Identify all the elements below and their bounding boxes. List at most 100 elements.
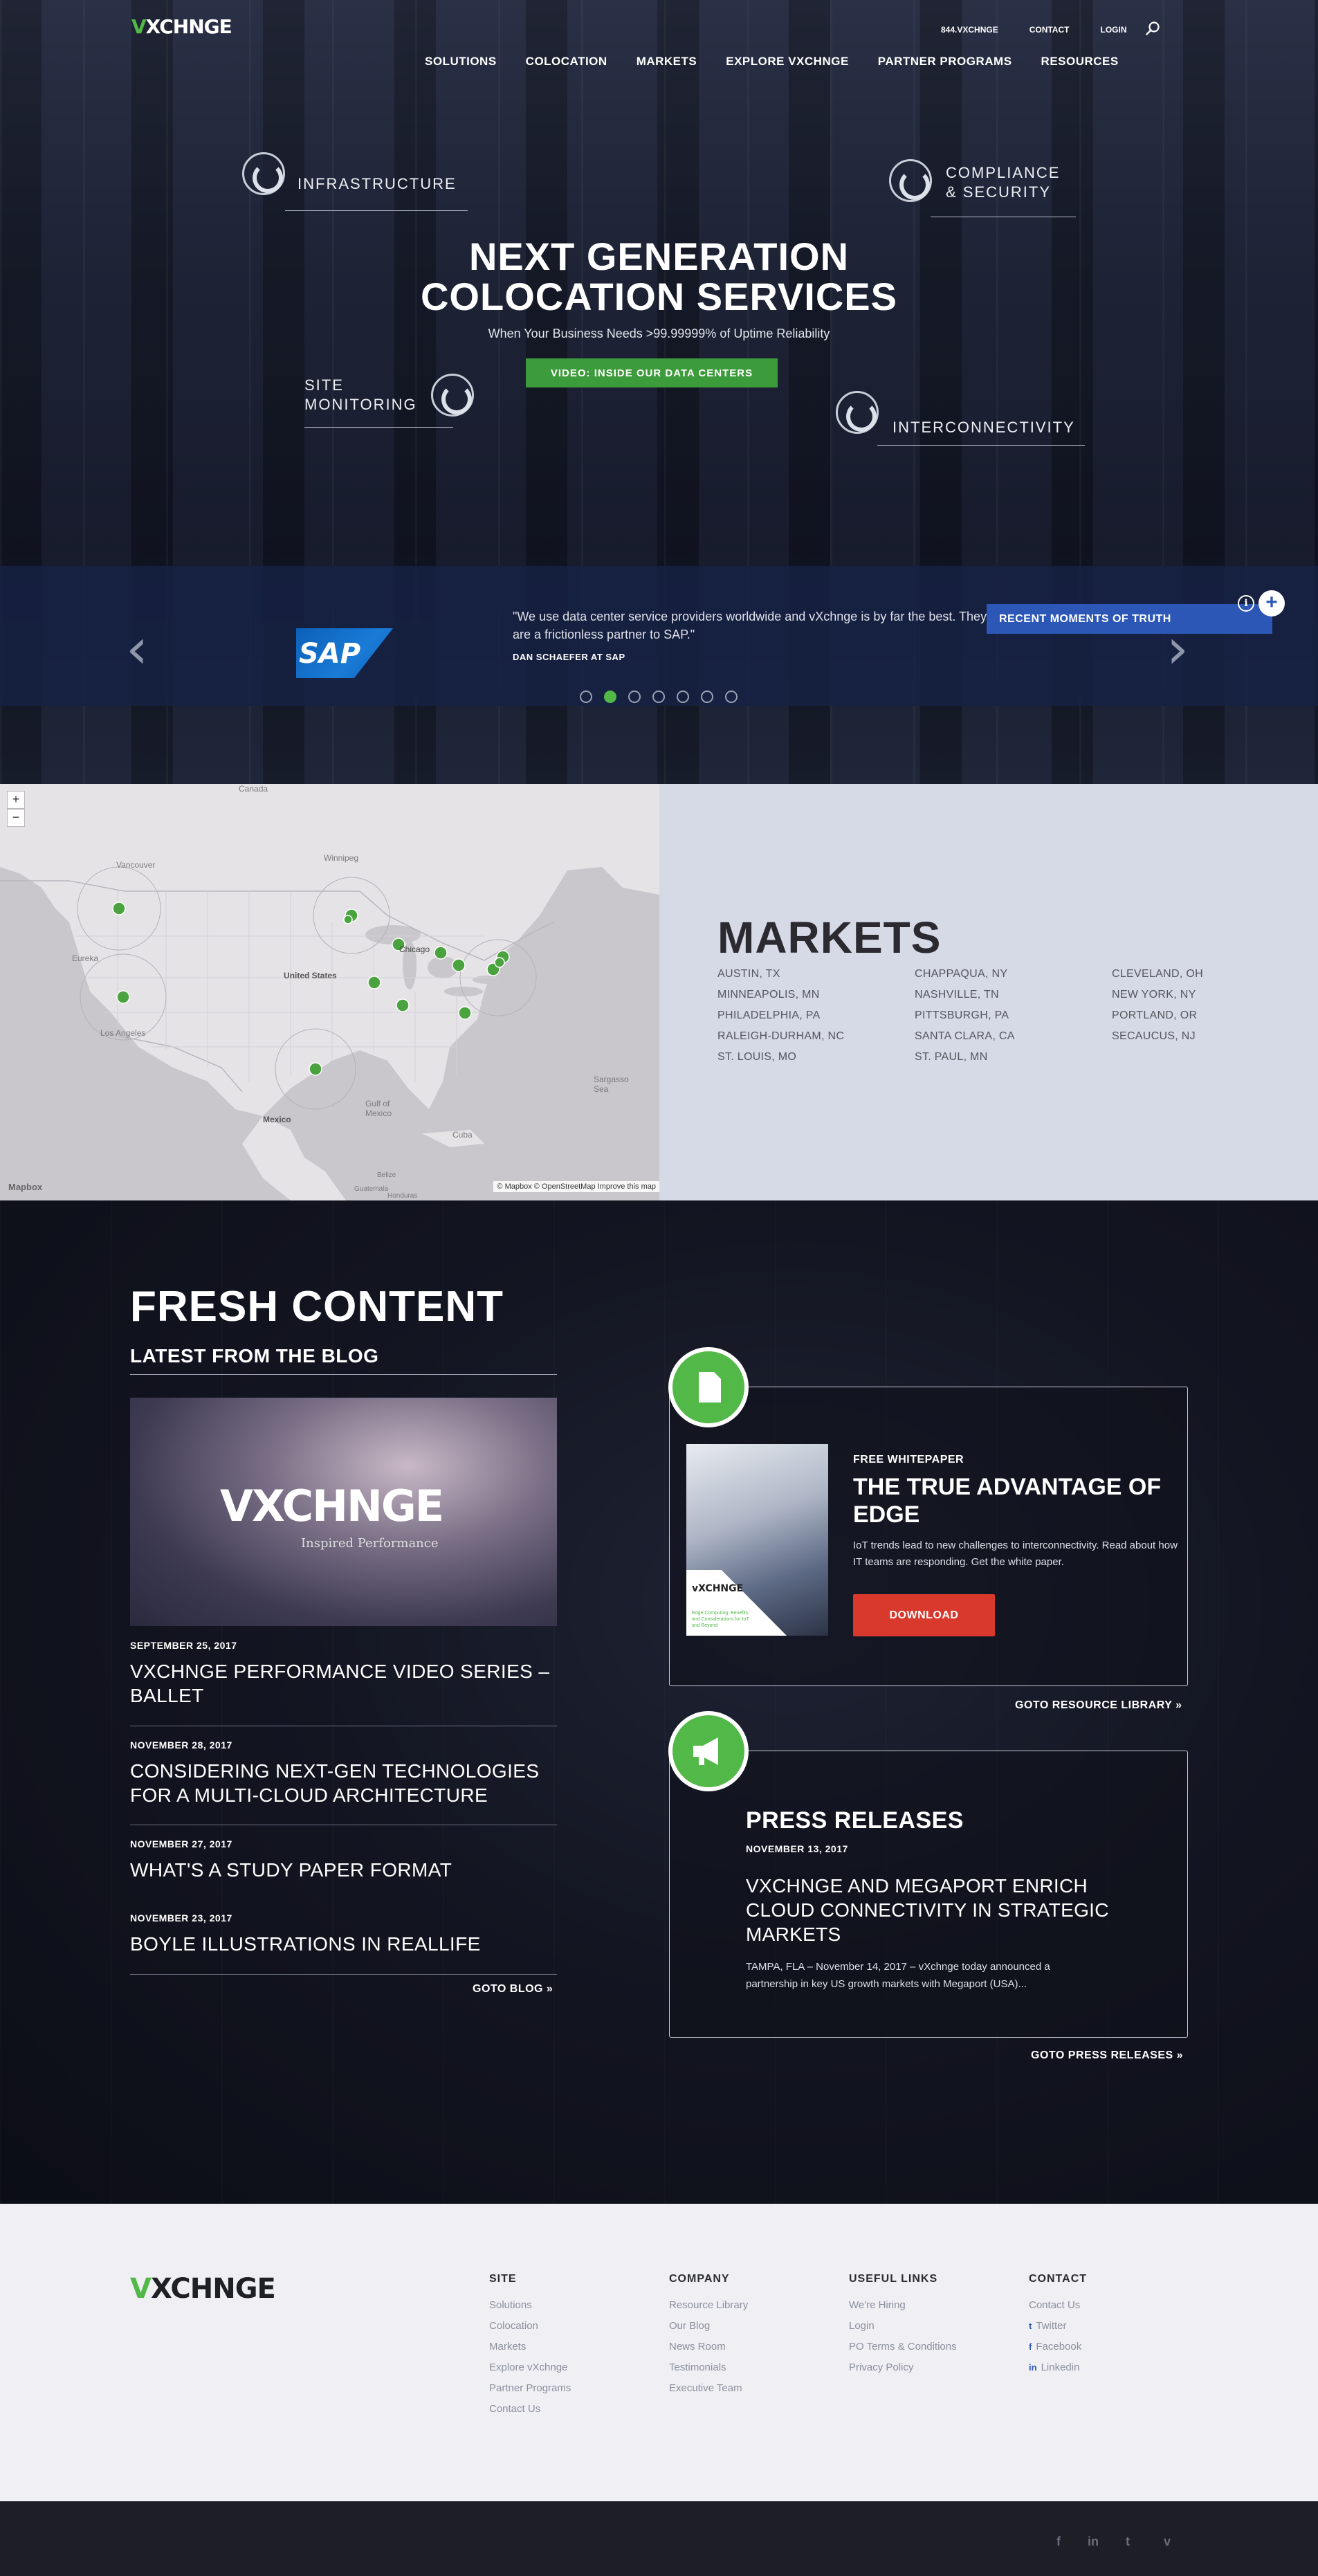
- facebook-icon[interactable]: f: [1056, 2534, 1061, 2549]
- market-item[interactable]: PHILADELPHIA, PA: [717, 1010, 915, 1022]
- footer-link[interactable]: Partner Programs: [489, 2378, 571, 2399]
- nav-solutions[interactable]: SOLUTIONS: [425, 55, 497, 68]
- market-item[interactable]: CLEVELAND, OH: [1112, 968, 1264, 980]
- vimeo-icon[interactable]: v: [1164, 2534, 1171, 2549]
- footer-column-company: COMPANY Resource Library Our Blog News R…: [669, 2273, 748, 2399]
- slider-dot[interactable]: [725, 691, 738, 703]
- footer-link[interactable]: Contact Us: [489, 2399, 571, 2420]
- whitepaper-cover[interactable]: vXCHNGE Edge Computing: Benefits and Con…: [686, 1444, 828, 1636]
- nav-explore[interactable]: EXPLORE VXCHNGE: [726, 55, 849, 68]
- footer-link[interactable]: Explore vXchnge: [489, 2357, 571, 2378]
- post-date: NOVEMBER 27, 2017: [130, 1838, 232, 1849]
- twitter-icon: t: [1029, 2321, 1032, 2331]
- footer-link[interactable]: We're Hiring: [849, 2295, 957, 2316]
- blog-post[interactable]: NOVEMBER 27, 2017 WHAT'S A STUDY PAPER F…: [130, 1838, 557, 1882]
- footer-link[interactable]: Contact Us: [1029, 2295, 1087, 2316]
- video-button[interactable]: VIDEO: INSIDE OUR DATA CENTERS: [526, 358, 778, 387]
- goto-resource-library-link[interactable]: GOTO RESOURCE LIBRARY »: [1015, 1699, 1182, 1712]
- market-item[interactable]: PITTSBURGH, PA: [915, 1010, 1112, 1022]
- zoom-in-button[interactable]: +: [7, 791, 25, 809]
- press-date: NOVEMBER 13, 2017: [746, 1843, 848, 1854]
- footer-link[interactable]: in Linkedin: [1029, 2357, 1087, 2378]
- search-icon[interactable]: [1145, 21, 1160, 36]
- footer-link[interactable]: Executive Team: [669, 2378, 748, 2399]
- slider-dot[interactable]: [677, 691, 689, 703]
- contact-link[interactable]: CONTACT: [1029, 25, 1070, 35]
- map-label: Sargasso Sea: [594, 1075, 629, 1094]
- post-title[interactable]: WHAT'S A STUDY PAPER FORMAT: [130, 1858, 557, 1882]
- post-title[interactable]: BOYLE ILLUSTRATIONS IN REALLIFE: [130, 1932, 557, 1956]
- footer-link[interactable]: Login: [849, 2316, 957, 2337]
- info-icon[interactable]: i: [1238, 595, 1254, 612]
- plus-icon[interactable]: +: [1258, 590, 1285, 616]
- footer-link[interactable]: Markets: [489, 2337, 571, 2357]
- login-link[interactable]: LOGIN: [1100, 25, 1126, 35]
- press-badge: [668, 1711, 749, 1791]
- blog-post[interactable]: NOVEMBER 23, 2017 BOYLE ILLUSTRATIONS IN…: [130, 1912, 557, 1956]
- blog-post[interactable]: NOVEMBER 28, 2017 CONSIDERING NEXT-GEN T…: [130, 1739, 557, 1807]
- post-title[interactable]: CONSIDERING NEXT-GEN TECHNOLOGIES FOR A …: [130, 1759, 557, 1807]
- linkedin-icon[interactable]: in: [1088, 2534, 1099, 2549]
- footer-link[interactable]: t Twitter: [1029, 2316, 1087, 2337]
- footer-link[interactable]: Privacy Policy: [849, 2357, 957, 2378]
- map-label: Guatemala: [354, 1185, 388, 1193]
- footer-link[interactable]: Resource Library: [669, 2295, 748, 2316]
- footer: VXCHNGE SITE Solutions Colocation Market…: [0, 2204, 1318, 2501]
- slider-next-arrow[interactable]: ›: [1166, 621, 1189, 677]
- map-attribution[interactable]: © Mapbox © OpenStreetMap Improve this ma…: [493, 1181, 659, 1192]
- footer-link[interactable]: Testimonials: [669, 2357, 748, 2378]
- market-item[interactable]: RALEIGH-DURHAM, NC: [717, 1030, 915, 1043]
- nav-markets[interactable]: MARKETS: [637, 55, 697, 68]
- market-item[interactable]: ST. PAUL, MN: [915, 1051, 1112, 1063]
- market-item[interactable]: CHAPPAQUA, NY: [915, 968, 1112, 980]
- slider-dot[interactable]: [701, 691, 713, 703]
- nav-colocation[interactable]: COLOCATION: [526, 55, 607, 68]
- nav-partner-programs[interactable]: PARTNER PROGRAMS: [878, 55, 1012, 68]
- feature-infrastructure[interactable]: INFRASTRUCTURE: [242, 152, 457, 195]
- phone-link[interactable]: 844.VXCHNGE: [941, 25, 998, 35]
- press-excerpt: TAMPA, FLA – November 14, 2017 – vXchnge…: [746, 1961, 1050, 1990]
- blog-post[interactable]: SEPTEMBER 25, 2017 VXCHNGE PERFORMANCE V…: [130, 1640, 557, 1708]
- map-label: United States: [284, 971, 337, 980]
- interconnectivity-icon: [836, 391, 879, 434]
- blog-featured-image[interactable]: VXCHNGE Inspired Performance: [130, 1398, 557, 1626]
- footer-link[interactable]: Colocation: [489, 2316, 571, 2337]
- feature-divider: [304, 427, 453, 428]
- market-item[interactable]: MINNEAPOLIS, MN: [717, 989, 915, 1001]
- nav-resources[interactable]: RESOURCES: [1041, 55, 1119, 68]
- post-title[interactable]: VXCHNGE PERFORMANCE VIDEO SERIES – BALLE…: [130, 1659, 557, 1708]
- footer-link[interactable]: f Facebook: [1029, 2337, 1087, 2357]
- markets-panel: MARKETS AUSTIN, TX CHAPPAQUA, NY CLEVELAND…: [659, 784, 1318, 1200]
- market-item[interactable]: [1112, 1051, 1264, 1063]
- goto-blog-link[interactable]: GOTO BLOG »: [473, 1983, 553, 1995]
- download-button[interactable]: DOWNLOAD: [853, 1594, 995, 1636]
- recent-moments-button[interactable]: RECENT MOMENTS OF TRUTH: [987, 604, 1272, 634]
- market-item[interactable]: SECAUCUS, NJ: [1112, 1030, 1264, 1043]
- footer-link[interactable]: PO Terms & Conditions: [849, 2337, 957, 2357]
- goto-press-releases-link[interactable]: GOTO PRESS RELEASES »: [1031, 2049, 1183, 2062]
- slider-dot[interactable]: [652, 691, 665, 703]
- slider-prev-arrow[interactable]: ‹: [126, 621, 148, 677]
- site-logo[interactable]: VXCHNGE: [131, 15, 232, 38]
- markets-map[interactable]: Canada Vancouver Winnipeg United States …: [0, 784, 659, 1200]
- footer-link[interactable]: Solutions: [489, 2295, 571, 2316]
- feature-interconnectivity[interactable]: INTERCONNECTIVITY: [836, 387, 1075, 437]
- market-item[interactable]: SANTA CLARA, CA: [915, 1030, 1112, 1043]
- twitter-icon[interactable]: t: [1126, 2534, 1130, 2549]
- market-item[interactable]: NEW YORK, NY: [1112, 989, 1264, 1001]
- slider-dot[interactable]: [604, 691, 616, 703]
- feature-label: COMPLIANCE & SECURITY: [946, 164, 1061, 201]
- market-item[interactable]: PORTLAND, OR: [1112, 1010, 1264, 1022]
- feature-monitoring[interactable]: SITE MONITORING: [304, 374, 474, 417]
- footer-logo[interactable]: VXCHNGE: [130, 2273, 276, 2305]
- zoom-out-button[interactable]: −: [7, 809, 25, 827]
- footer-link[interactable]: News Room: [669, 2337, 748, 2357]
- press-headline[interactable]: VXCHNGE AND MEGAPORT ENRICH CLOUD CONNEC…: [746, 1874, 1133, 1946]
- footer-link[interactable]: Our Blog: [669, 2316, 748, 2337]
- market-item[interactable]: NASHVILLE, TN: [915, 989, 1112, 1001]
- market-item[interactable]: ST. LOUIS, MO: [717, 1051, 915, 1063]
- feature-compliance[interactable]: COMPLIANCE & SECURITY: [889, 159, 1060, 202]
- market-item[interactable]: AUSTIN, TX: [717, 968, 915, 980]
- slider-dot[interactable]: [628, 691, 641, 703]
- slider-dot[interactable]: [580, 691, 592, 703]
